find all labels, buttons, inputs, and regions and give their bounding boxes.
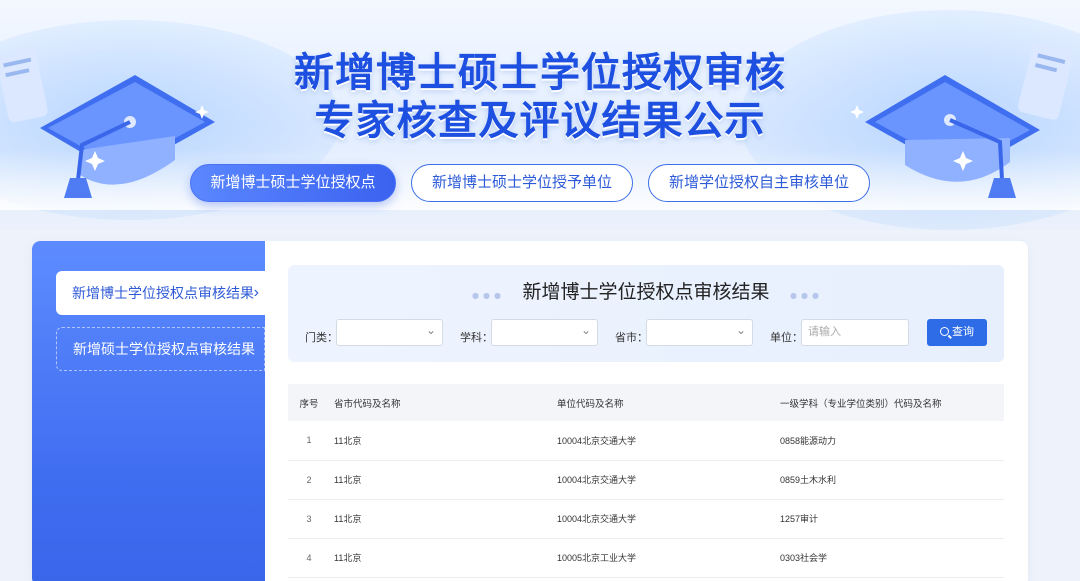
results-title: 新增博士学位授权点审核结果: [522, 282, 770, 303]
cell-unit: 10004北京交通大学: [553, 460, 776, 500]
province-label: 省市：: [615, 331, 648, 344]
category-label: 门类：: [305, 331, 338, 344]
tab-self-review-units[interactable]: 新增学位授权自主审核单位: [648, 164, 870, 202]
chevron-down-icon: ⌄: [425, 323, 436, 337]
cell-unit: 10004北京交通大学: [553, 421, 776, 461]
filter-box: ●●● 新增博士学位授权点审核结果 ●●● 门类： ⌄ 学科： ⌄ 省市： ⌄ …: [288, 265, 1004, 362]
table-row: 1 11北京 10004北京交通大学 0858能源动力: [288, 421, 1004, 461]
unit-input[interactable]: 请输入: [801, 319, 909, 346]
sidebar: 新增博士学位授权点审核结果 › 新增硕士学位授权点审核结果: [32, 241, 265, 581]
cell-discipline: 1257审计: [776, 499, 1004, 539]
unit-label: 单位：: [770, 331, 803, 344]
header-unit: 单位代码及名称: [553, 384, 776, 421]
results-table: 序号 省市代码及名称 单位代码及名称 一级学科（专业学位类别）代码及名称 1 1…: [288, 384, 1004, 578]
cell-discipline: 0858能源动力: [776, 421, 1004, 461]
subject-label: 学科：: [460, 331, 493, 344]
table-row: 2 11北京 10004北京交通大学 0859土木水利: [288, 460, 1004, 500]
sidebar-item-label: 新增博士学位授权点审核结果: [72, 285, 254, 301]
header-discipline: 一级学科（专业学位类别）代码及名称: [776, 384, 1004, 421]
dots-decoration: ●●●: [790, 291, 823, 300]
cell-province: 11北京: [330, 460, 553, 500]
query-button[interactable]: 查询: [927, 319, 987, 346]
header-index: 序号: [288, 384, 330, 421]
sidebar-item-doctoral-results[interactable]: 新增博士学位授权点审核结果 ›: [56, 271, 265, 315]
cell-discipline: 0303社会学: [776, 538, 1004, 578]
chevron-down-icon: ⌄: [580, 323, 591, 337]
cell-discipline: 0859土木水利: [776, 460, 1004, 500]
cell-index: 1: [288, 421, 330, 461]
cell-index: 3: [288, 499, 330, 539]
query-button-label: 查询: [952, 326, 974, 338]
table-row: 3 11北京 10004北京交通大学 1257审计: [288, 499, 1004, 539]
table-row: 4 11北京 10005北京工业大学 0303社会学: [288, 538, 1004, 578]
tab-doctoral-master-points[interactable]: 新增博士硕士学位授权点: [190, 164, 396, 202]
cell-province: 11北京: [330, 499, 553, 539]
sidebar-item-label: 新增硕士学位授权点审核结果: [73, 341, 255, 357]
cell-province: 11北京: [330, 421, 553, 461]
top-tabs: 新增博士硕士学位授权点 新增博士硕士学位授予单位 新增学位授权自主审核单位: [0, 164, 1080, 202]
page-title-line2: 专家核查及评议结果公示: [314, 98, 766, 144]
cell-unit: 10005北京工业大学: [553, 538, 776, 578]
province-select[interactable]: ⌄: [646, 319, 753, 346]
cell-unit: 10004北京交通大学: [553, 499, 776, 539]
header-province: 省市代码及名称: [330, 384, 553, 421]
cell-province: 11北京: [330, 538, 553, 578]
sidebar-item-master-results[interactable]: 新增硕士学位授权点审核结果: [56, 327, 265, 371]
content-panel: 新增博士学位授权点审核结果 › 新增硕士学位授权点审核结果 ●●● 新增博士学位…: [32, 241, 1028, 581]
tab-degree-granting-units[interactable]: 新增博士硕士学位授予单位: [411, 164, 633, 202]
chevron-right-icon: ›: [253, 284, 259, 301]
search-icon: [940, 327, 949, 336]
chevron-down-icon: ⌄: [735, 323, 746, 337]
cell-index: 4: [288, 538, 330, 578]
table-header-row: 序号 省市代码及名称 单位代码及名称 一级学科（专业学位类别）代码及名称: [288, 384, 1004, 421]
cell-index: 2: [288, 460, 330, 500]
subject-select[interactable]: ⌄: [491, 319, 598, 346]
category-select[interactable]: ⌄: [336, 319, 443, 346]
